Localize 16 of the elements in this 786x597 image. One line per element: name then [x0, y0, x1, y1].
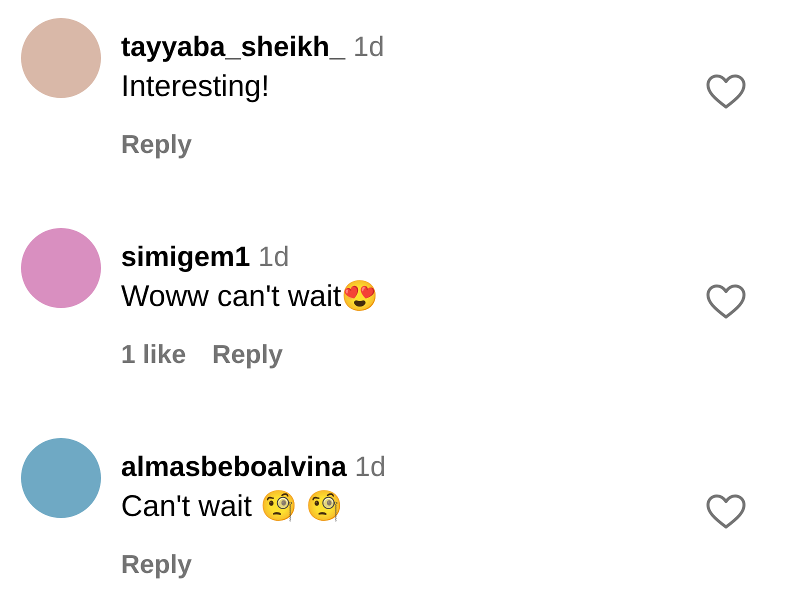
username-link[interactable]: almasbeboalvina: [121, 451, 347, 482]
comment-text: Can't wait 🧐 🧐: [121, 489, 342, 525]
comment-text: Woww can't wait😍: [121, 279, 378, 315]
likes-count-link[interactable]: 1 like: [121, 338, 186, 370]
comment-time: 1d: [258, 241, 290, 272]
username-link[interactable]: simigem1: [121, 241, 250, 272]
comment-text: Interesting!: [121, 69, 270, 105]
reply-button[interactable]: Reply: [212, 338, 283, 370]
comment-time: 1d: [354, 451, 386, 482]
heart-icon[interactable]: [706, 494, 746, 530]
reply-button[interactable]: Reply: [121, 548, 192, 580]
heart-icon[interactable]: [706, 284, 746, 320]
comment-time: 1d: [353, 31, 384, 62]
username-link[interactable]: tayyaba_sheikh_: [121, 31, 346, 62]
heart-icon[interactable]: [706, 74, 746, 110]
reply-button[interactable]: Reply: [121, 128, 192, 160]
